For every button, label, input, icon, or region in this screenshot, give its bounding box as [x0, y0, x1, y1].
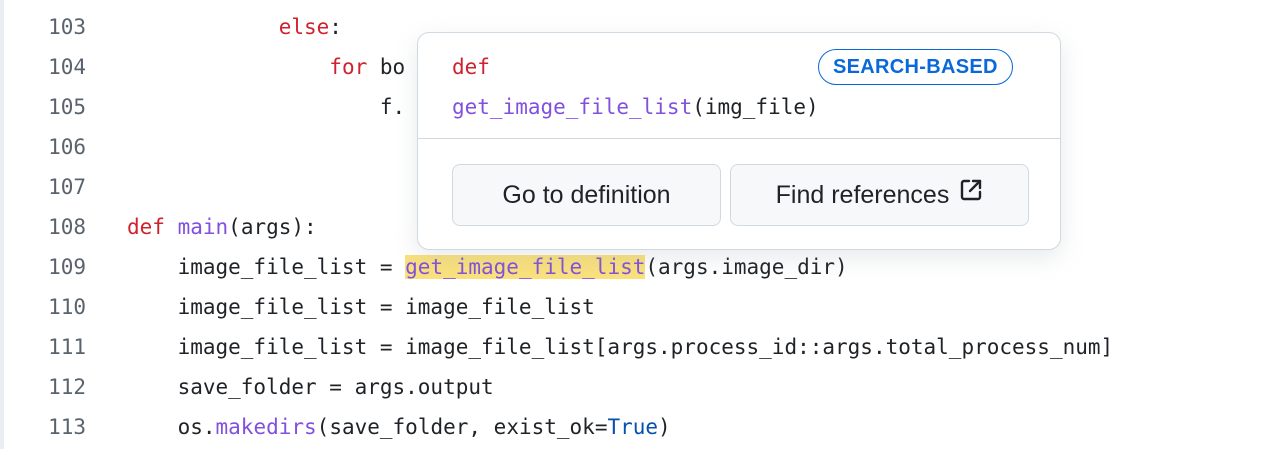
code-line: 109 image_file_list = get_image_file_lis… [0, 247, 1274, 287]
code-line: 110 image_file_list = image_file_list [0, 287, 1274, 327]
code-token: def [127, 215, 165, 239]
code-token: True [607, 415, 659, 439]
highlighted-symbol[interactable]: get_image_file_list [405, 255, 646, 279]
code-token: : [329, 15, 342, 39]
popover-function-name[interactable]: get_image_file_list [452, 95, 692, 119]
line-number[interactable]: 104 [20, 47, 86, 87]
line-number[interactable]: 109 [20, 247, 86, 287]
line-number[interactable]: 113 [20, 407, 86, 447]
popover-params: (img_file) [692, 95, 819, 119]
code-line: 112 save_folder = args.output [0, 367, 1274, 407]
line-number[interactable]: 107 [20, 167, 86, 207]
line-source: image_file_list = get_image_file_list(ar… [127, 247, 848, 287]
popover-signature: get_image_file_list(img_file) [452, 95, 819, 119]
code-token[interactable]: main [178, 215, 229, 239]
code-token: (args.image_dir) [645, 255, 848, 279]
line-number[interactable]: 105 [20, 87, 86, 127]
external-link-icon [959, 164, 983, 224]
line-number[interactable]: 103 [20, 7, 86, 47]
line-source: save_folder = args.output [127, 367, 494, 407]
code-token: (args): [228, 215, 317, 239]
code-token: for [329, 55, 368, 79]
line-source: image_file_list = image_file_list[args.p… [127, 327, 1114, 367]
find-references-label: Find references [775, 181, 950, 209]
line-number[interactable]: 112 [20, 367, 86, 407]
code-line: 111 image_file_list = image_file_list[ar… [0, 327, 1274, 367]
code-token: save_folder = args.output [127, 375, 494, 399]
go-to-definition-button[interactable]: Go to definition [452, 164, 721, 226]
code-token: image_file_list = [127, 255, 406, 279]
line-number[interactable]: 106 [20, 127, 86, 167]
code-token: (save_folder, exist_ok= [316, 415, 608, 439]
code-token: bo [367, 55, 406, 79]
line-number[interactable]: 110 [20, 287, 86, 327]
search-based-badge: SEARCH-BASED [818, 49, 1013, 85]
find-references-button[interactable]: Find references [730, 164, 1029, 226]
code-token: ) [658, 415, 671, 439]
line-source: else: [127, 7, 342, 47]
code-token: os. [127, 415, 216, 439]
line-number[interactable]: 108 [20, 207, 86, 247]
code-token[interactable]: makedirs [216, 415, 317, 439]
code-token: image_file_list = image_file_list[args.p… [127, 335, 1114, 359]
line-source: os.makedirs(save_folder, exist_ok=True) [127, 407, 671, 447]
go-to-definition-label: Go to definition [502, 181, 671, 209]
code-token: f. [127, 95, 406, 119]
popover-divider [418, 138, 1060, 139]
popover-keyword: def [452, 55, 490, 79]
code-token: else [278, 15, 330, 39]
symbol-popover: def SEARCH-BASED get_image_file_list(img… [417, 32, 1061, 250]
code-token: image_file_list = image_file_list [127, 295, 595, 319]
code-line: 113 os.makedirs(save_folder, exist_ok=Tr… [0, 407, 1274, 447]
line-source: def main(args): [127, 207, 317, 247]
line-source: image_file_list = image_file_list [127, 287, 595, 327]
line-number[interactable]: 111 [20, 327, 86, 367]
